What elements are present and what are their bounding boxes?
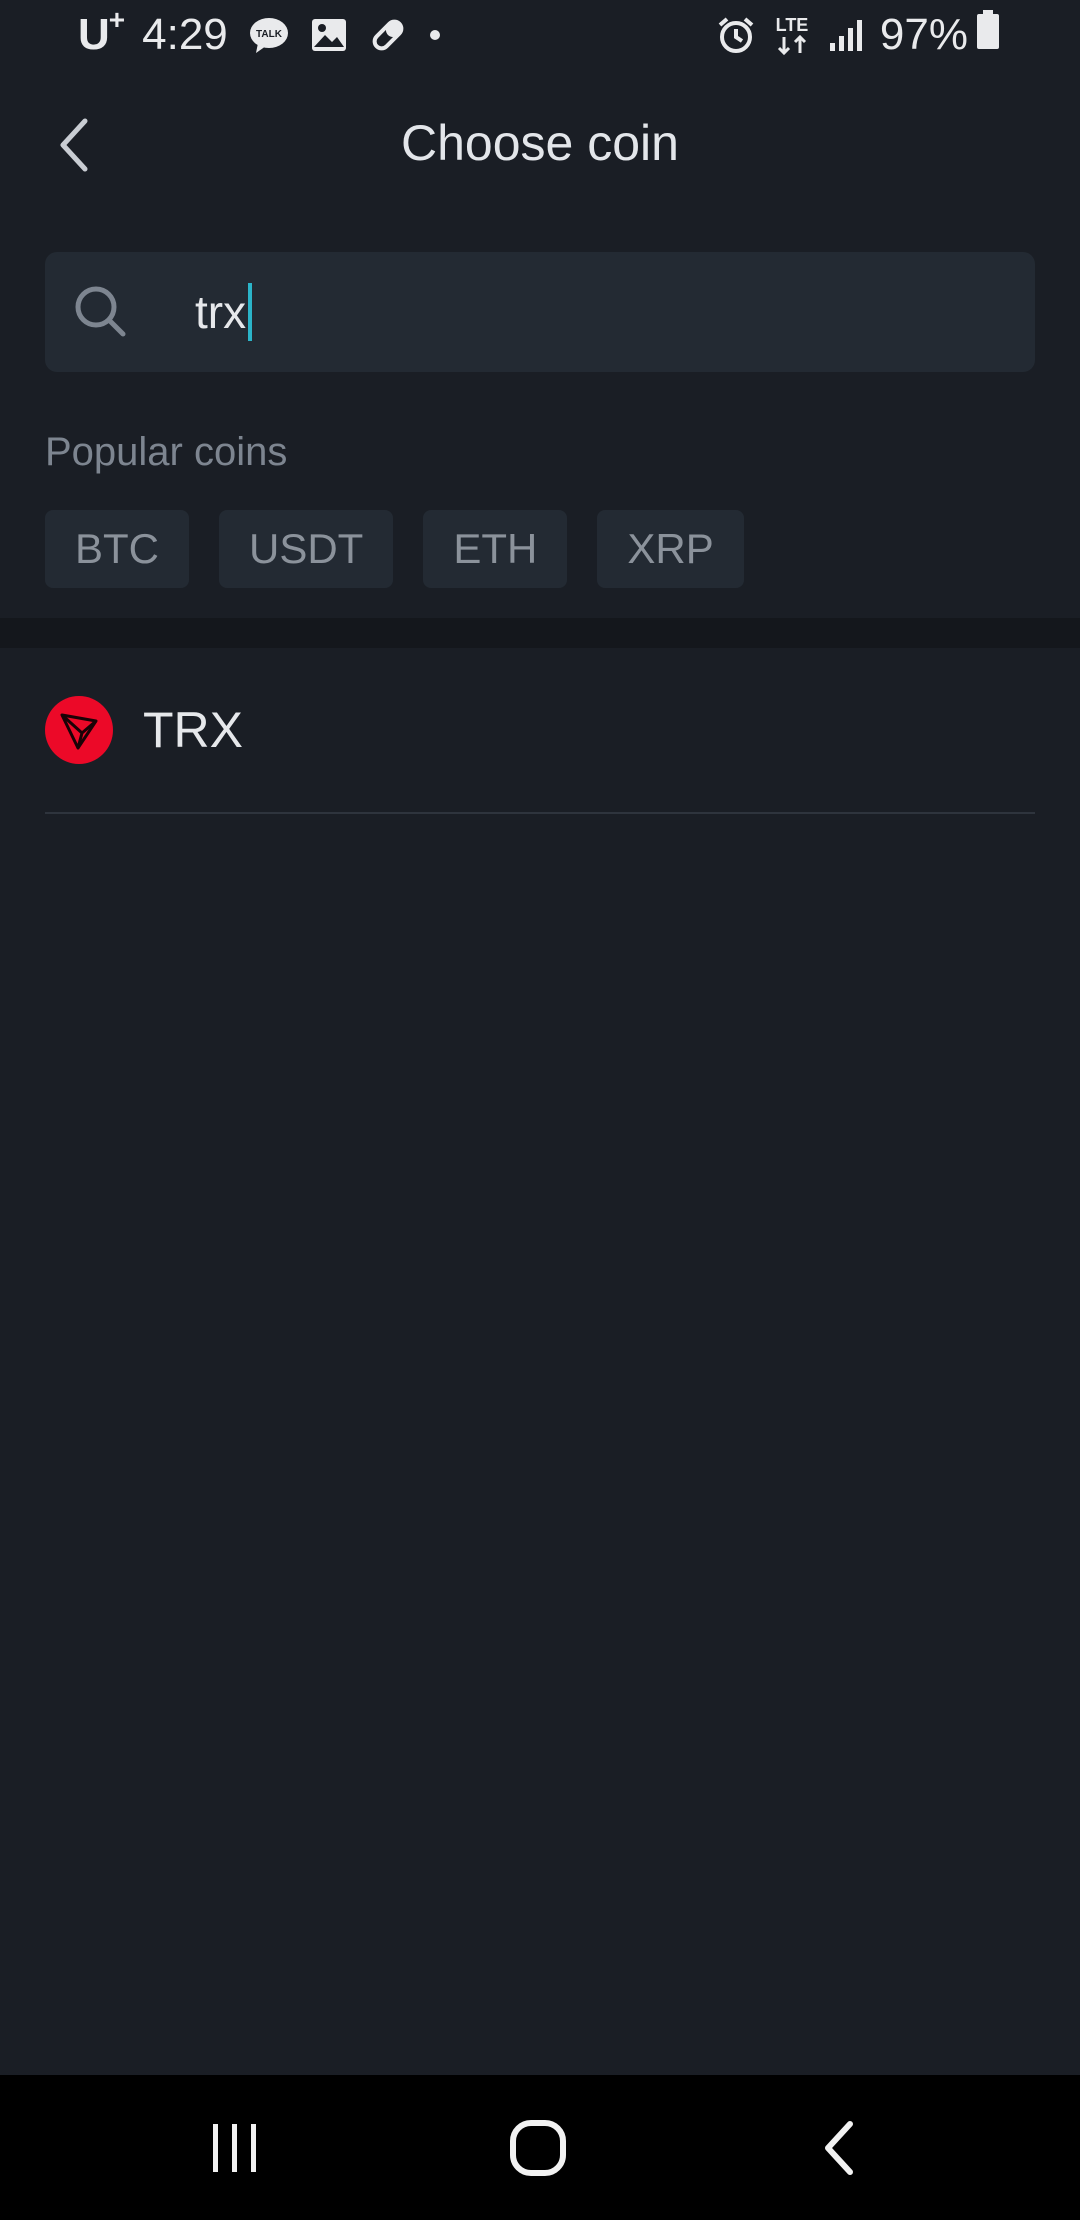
- coin-result-row[interactable]: TRX: [45, 648, 1035, 814]
- header: Choose coin: [0, 70, 1080, 220]
- recent-apps-button[interactable]: [135, 2075, 335, 2220]
- status-left: U+ 4:29 TALK: [78, 4, 462, 62]
- gallery-icon: [310, 17, 348, 53]
- search-box[interactable]: trx: [45, 252, 1035, 372]
- talk-icon: TALK: [248, 15, 290, 55]
- lte-icon: LTE: [772, 13, 812, 57]
- status-bar: U+ 4:29 TALK LTE 97%: [0, 0, 1080, 70]
- system-nav-bar: [0, 2075, 1080, 2220]
- home-button[interactable]: [438, 2075, 638, 2220]
- dot-icon: [428, 28, 442, 42]
- search-input-value: trx: [195, 286, 247, 338]
- carrier-label: U+: [78, 4, 125, 59]
- pill-icon: [368, 15, 408, 55]
- recent-apps-icon: [213, 2123, 256, 2172]
- chip-usdt[interactable]: USDT: [219, 510, 394, 588]
- battery-icon: [976, 9, 1000, 61]
- page-title: Choose coin: [401, 115, 679, 171]
- status-time: 4:29: [142, 10, 228, 59]
- back-icon: [825, 2120, 853, 2175]
- chip-xrp[interactable]: XRP: [597, 510, 744, 588]
- alarm-icon: [716, 15, 756, 55]
- coin-result-symbol: TRX: [143, 702, 243, 758]
- signal-icon: [828, 17, 864, 53]
- search-icon: [75, 286, 126, 337]
- search-input[interactable]: trx: [195, 252, 1015, 372]
- text-caret: [248, 283, 253, 341]
- popular-coins-list: BTC USDT ETH XRP: [45, 510, 744, 588]
- battery-percent: 97%: [879, 10, 968, 59]
- popular-coins-label: Popular coins: [45, 430, 288, 474]
- home-icon: [510, 2119, 566, 2176]
- chip-btc[interactable]: BTC: [45, 510, 189, 588]
- section-divider: [0, 618, 1080, 648]
- tron-icon: [45, 696, 113, 764]
- chip-eth[interactable]: ETH: [423, 510, 568, 588]
- status-right: LTE 97%: [716, 8, 1000, 62]
- network-label: LTE: [776, 15, 809, 35]
- talk-badge-text: TALK: [256, 29, 283, 40]
- nav-back-button[interactable]: [740, 2075, 940, 2220]
